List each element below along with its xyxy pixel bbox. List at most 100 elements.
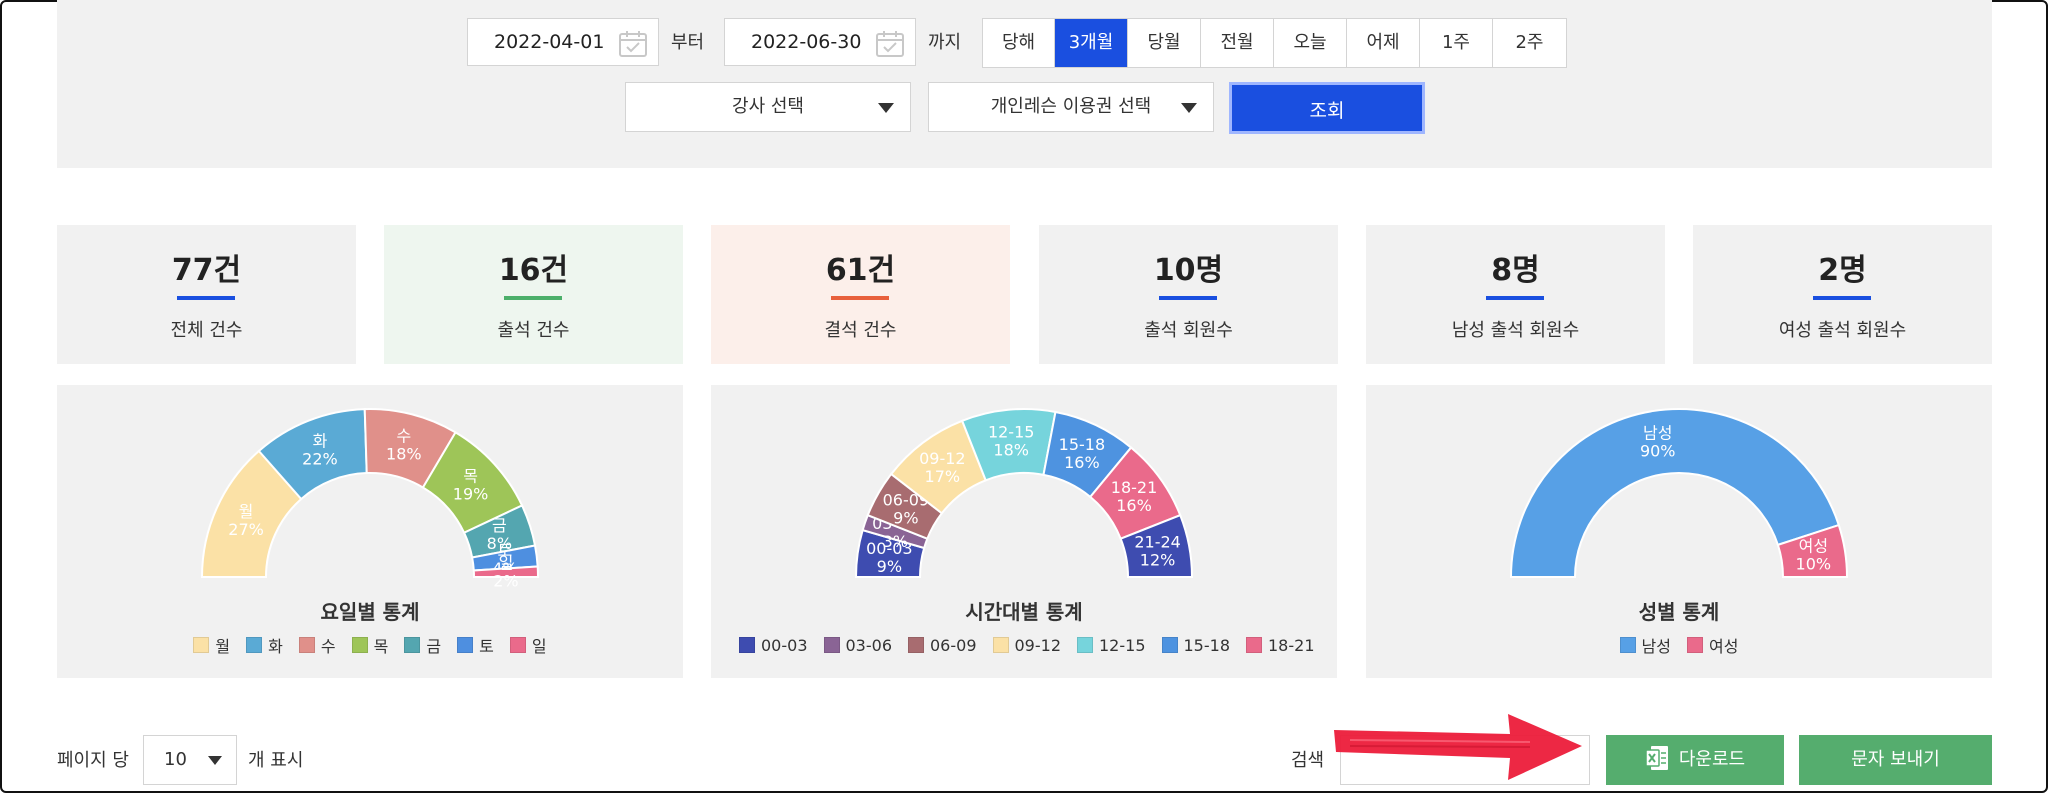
legend-item[interactable]: 남성 — [1619, 633, 1671, 657]
stat-underline — [1813, 296, 1871, 300]
weekday-chart-panel: 월27%화22%수18%목19%금8%토4%일2% 요일별 통계 월 화 수 목 금 토 일 — [57, 385, 683, 678]
chart-legend: 00-0303-0606-0909-1212-1515-1818-2121-24 — [731, 633, 1317, 657]
legend-item[interactable]: 토 — [457, 633, 494, 657]
legend-swatch — [1161, 637, 1178, 653]
download-excel-button[interactable]: 다운로드 — [1606, 735, 1784, 785]
legend-item[interactable]: 여성 — [1687, 633, 1738, 657]
legend-item[interactable]: 목 — [351, 633, 389, 657]
start-date-suffix: 부터 — [671, 32, 705, 53]
ticket-select[interactable]: 개인레슨 이용권 선택 — [928, 82, 1214, 132]
legend-swatch — [1246, 637, 1262, 653]
period-3-months-button[interactable]: 3개월 — [1055, 19, 1128, 67]
legend-swatch — [351, 637, 368, 653]
stat-label: 결석 건수 — [824, 320, 897, 341]
legend-item[interactable]: 화 — [246, 633, 283, 657]
legend-swatch — [908, 637, 924, 653]
chart-data-label: 21-24 12% — [1134, 533, 1181, 570]
legend-swatch — [1619, 637, 1636, 653]
stat-value: 8명 — [1491, 253, 1540, 288]
legend-label: 여성 — [1709, 637, 1739, 656]
download-button-label: 다운로드 — [1678, 749, 1746, 770]
legend-label: 수 — [320, 637, 336, 656]
period-1-week-button[interactable]: 1주 — [1420, 19, 1493, 67]
end-date-input[interactable]: 2022-06-30 — [724, 18, 916, 66]
legend-swatch — [1687, 637, 1703, 653]
send-sms-button[interactable]: 문자 보내기 — [1799, 735, 1992, 785]
chevron-down-icon — [878, 103, 894, 113]
instructor-select-label: 강사 선택 — [732, 96, 804, 117]
legend-label: 일 — [531, 637, 547, 656]
legend-item[interactable]: 12-15 — [1077, 636, 1146, 655]
chart-data-label: 여성 10% — [1796, 537, 1832, 574]
ticket-select-label: 개인레슨 이용권 선택 — [990, 96, 1152, 117]
legend-label: 06-09 — [930, 635, 977, 655]
per-page-value: 10 — [164, 749, 187, 770]
period-this-month-button[interactable]: 당월 — [1128, 19, 1201, 67]
search-button[interactable]: 조회 — [1229, 82, 1425, 134]
start-date-input[interactable]: 2022-04-01 — [467, 18, 659, 66]
period-2-weeks-button[interactable]: 2주 — [1493, 19, 1566, 67]
period-this-year-button[interactable]: 당해 — [983, 19, 1055, 67]
period-yesterday-button[interactable]: 어제 — [1347, 19, 1420, 67]
chart-legend: 남성 여성 — [1366, 633, 1992, 657]
legend-label: 00-03 — [761, 635, 808, 655]
legend-label: 금 — [426, 637, 442, 656]
legend-swatch — [1077, 637, 1093, 653]
stat-underline — [1486, 296, 1544, 300]
chart-data-label: 남성 90% — [1640, 424, 1676, 461]
stat-card-absence: 61건 결석 건수 — [711, 225, 1010, 364]
period-last-month-button[interactable]: 전월 — [1201, 19, 1274, 67]
legend-item[interactable]: 00-03 — [739, 636, 808, 655]
legend-item[interactable]: 수 — [298, 633, 336, 657]
stat-value: 16건 — [498, 253, 569, 288]
legend-item[interactable]: 06-09 — [908, 636, 977, 655]
stat-underline — [177, 296, 235, 300]
stat-underline — [1159, 296, 1217, 300]
instructor-select[interactable]: 강사 선택 — [625, 82, 911, 132]
legend-item[interactable]: 03-06 — [823, 635, 893, 655]
legend-swatch — [992, 637, 1009, 653]
legend-swatch — [823, 637, 840, 653]
chart-title: 성별 통계 — [1638, 600, 1720, 624]
calendar-icon[interactable] — [875, 30, 905, 58]
stat-label: 전체 건수 — [170, 320, 243, 341]
legend-item[interactable]: 18-21 — [1246, 636, 1315, 655]
chart-data-label: 18-21 16% — [1111, 478, 1158, 515]
legend-swatch — [739, 637, 755, 653]
per-page-select[interactable]: 10 — [143, 735, 237, 785]
legend-label: 15-18 — [1183, 635, 1231, 655]
stat-value: 10명 — [1153, 253, 1224, 288]
chart-legend: 월화 수 목 금 토 일 — [57, 633, 683, 657]
legend-item[interactable]: 15-18 — [1161, 635, 1231, 655]
weekday-donut-chart: 월27%화22%수18%목19%금8%토4%일2% — [200, 408, 540, 591]
legend-item[interactable]: 09-12 — [992, 635, 1062, 655]
legend-label: 09-12 — [1014, 635, 1062, 655]
legend-label: 남성 — [1641, 637, 1671, 656]
legend-label: 목 — [373, 637, 389, 656]
red-arrow-annotation — [1334, 714, 1582, 780]
legend-item[interactable]: 일 — [509, 633, 547, 657]
period-button-group: 당해 3개월 당월 전월 오늘 어제 1주 2주 — [982, 18, 1567, 68]
legend-swatch — [193, 637, 210, 653]
end-date-value: 2022-06-30 — [751, 31, 862, 53]
legend-item[interactable]: 월 — [193, 633, 230, 657]
legend-swatch — [509, 637, 526, 653]
chart-data-label: 12-15 18% — [988, 423, 1035, 460]
period-today-button[interactable]: 오늘 — [1274, 19, 1347, 67]
stat-label: 여성 출석 회원수 — [1778, 320, 1907, 341]
excel-icon — [1645, 746, 1668, 770]
legend-swatch — [246, 637, 263, 653]
chevron-down-icon — [1181, 103, 1197, 113]
per-page-label: 페이지 당 — [57, 750, 129, 771]
stat-value: 61건 — [825, 253, 896, 288]
per-page-suffix: 개 표시 — [248, 750, 304, 771]
legend-item[interactable]: 금 — [404, 633, 441, 657]
stat-card-male-members: 8명 남성 출석 회원수 — [1366, 225, 1665, 364]
end-date-suffix: 까지 — [928, 32, 962, 53]
legend-swatch — [404, 637, 421, 653]
calendar-icon[interactable] — [618, 30, 648, 58]
start-date-value: 2022-04-01 — [494, 31, 605, 53]
legend-label: 토 — [479, 637, 494, 656]
legend-label: 03-06 — [845, 635, 893, 655]
stat-value: 2명 — [1818, 253, 1867, 288]
